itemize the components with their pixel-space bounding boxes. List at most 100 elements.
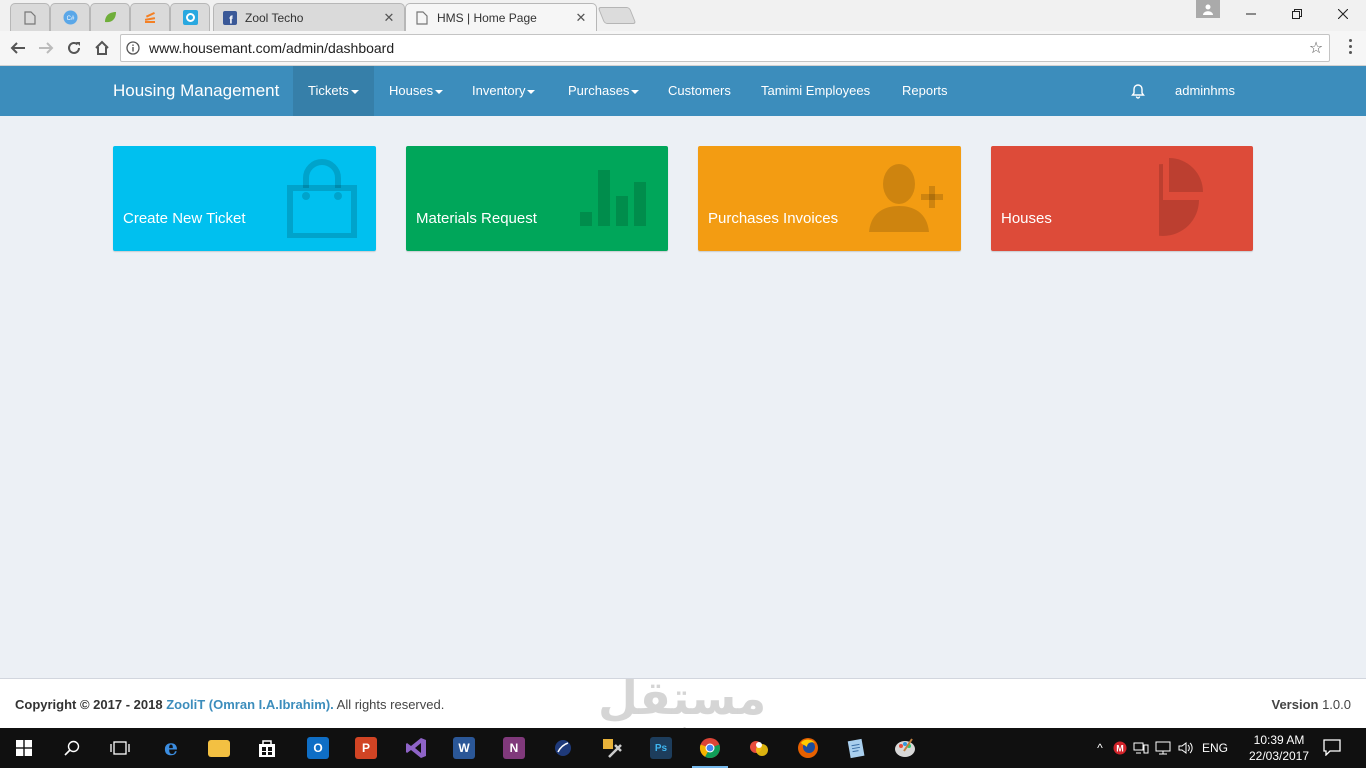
home-button[interactable] (90, 37, 114, 59)
taskbar-paint[interactable] (881, 728, 929, 768)
version-text: Version 1.0.0 (1271, 697, 1351, 712)
nav-tickets[interactable]: Tickets (293, 66, 374, 116)
nav-purchases[interactable]: Purchases (553, 66, 654, 116)
devices-icon[interactable] (1130, 741, 1152, 755)
facebook-icon: f (222, 10, 237, 25)
taskbar-store[interactable] (243, 728, 291, 768)
search-button[interactable] (48, 728, 96, 768)
brand-logo[interactable]: Housing Management (113, 66, 279, 116)
clock-date: 22/03/2017 (1248, 749, 1310, 763)
dot-icon (1348, 51, 1352, 54)
user-menu[interactable]: adminhms (1175, 66, 1235, 116)
language-indicator[interactable]: ENG (1198, 741, 1232, 755)
chevron-up-icon[interactable]: ^ (1090, 741, 1110, 755)
restore-button[interactable] (1274, 0, 1320, 28)
box-purchases-invoices[interactable]: Purchases Invoices (698, 146, 961, 251)
browser-tab-blank[interactable] (10, 3, 50, 31)
bar-chart-icon (580, 170, 646, 226)
nav-houses[interactable]: Houses (374, 66, 458, 116)
company-link[interactable]: ZooliT (Omran I.A.Ibrahim). (166, 697, 334, 712)
taskbar-onenote[interactable]: N (490, 728, 538, 768)
browser-tab-zool-techo[interactable]: f Zool Techo ✕ (213, 3, 405, 31)
url-input[interactable] (145, 40, 1303, 56)
forward-button[interactable] (34, 37, 58, 59)
volume-icon[interactable] (1174, 741, 1198, 755)
browser-menu-button[interactable] (1340, 39, 1360, 54)
taskbar-powerpoint[interactable]: P (342, 728, 390, 768)
restore-icon (1292, 9, 1302, 19)
new-tab-button[interactable] (597, 7, 637, 24)
system-tray: ^ M ENG (1090, 728, 1232, 768)
task-view-button[interactable] (96, 728, 144, 768)
taskbar-visual-studio[interactable] (392, 728, 440, 768)
svg-text:C#: C# (66, 16, 74, 22)
visual-studio-icon (406, 738, 426, 758)
taskbar-word[interactable]: W (440, 728, 488, 768)
blank-page-icon (23, 10, 38, 25)
box-label: Houses (1001, 210, 1052, 227)
app-circle-icon (555, 740, 571, 756)
nav-reports[interactable]: Reports (887, 66, 963, 116)
nav-tamimi-employees[interactable]: Tamimi Employees (746, 66, 885, 116)
box-materials-request[interactable]: Materials Request (406, 146, 668, 251)
browser-tab-stack[interactable] (130, 3, 170, 31)
reload-button[interactable] (62, 37, 86, 59)
browser-tab-globe[interactable]: C# (50, 3, 90, 31)
taskbar-photoshop[interactable]: Ps (637, 728, 685, 768)
taskbar-outlook[interactable]: O (294, 728, 342, 768)
taskbar-edge[interactable]: e (147, 728, 195, 768)
network-icon[interactable] (1152, 741, 1174, 755)
back-button[interactable] (6, 37, 30, 59)
photoshop-icon: Ps (650, 737, 672, 759)
taskbar-chrome[interactable] (686, 728, 734, 768)
taskbar-tools[interactable] (588, 728, 636, 768)
action-center-icon[interactable] (1322, 738, 1344, 758)
tab-title: HMS | Home Page (437, 10, 537, 25)
close-icon[interactable]: ✕ (574, 10, 588, 26)
address-bar[interactable]: ☆ (120, 34, 1330, 62)
start-button[interactable] (0, 728, 48, 768)
taskbar-app-misc[interactable] (735, 728, 783, 768)
nav-customers[interactable]: Customers (653, 66, 746, 116)
box-create-new-ticket[interactable]: Create New Ticket (113, 146, 376, 251)
arrow-right-icon (39, 42, 54, 54)
window-close-button[interactable] (1320, 0, 1366, 28)
firefox-icon (798, 738, 818, 758)
stack-icon (143, 10, 158, 25)
shopping-bag-icon (287, 159, 357, 238)
minimize-button[interactable] (1228, 0, 1274, 28)
system-clock[interactable]: 10:39 AM 22/03/2017 (1247, 732, 1311, 764)
taskbar-app-circle[interactable] (539, 728, 587, 768)
box-label: Create New Ticket (123, 210, 246, 227)
browser-tab-hms-home[interactable]: HMS | Home Page ✕ (405, 3, 597, 31)
profile-button[interactable] (1196, 0, 1220, 18)
edge-icon: e (164, 735, 178, 761)
box-houses[interactable]: Houses (991, 146, 1253, 251)
ring-icon (182, 10, 198, 25)
antivirus-icon[interactable]: M (1110, 741, 1130, 755)
browser-tab-strip: C# f Zool Techo ✕ HMS | Home Page ✕ (0, 0, 1366, 31)
window-controls (1228, 0, 1366, 28)
nav-label: Reports (902, 83, 948, 98)
notifications-bell-icon[interactable] (1130, 83, 1146, 99)
paint-palette-icon (895, 738, 915, 757)
main-navbar: Housing Management Tickets Houses Invent… (0, 66, 1366, 116)
clock-time: 10:39 AM (1253, 733, 1305, 747)
folder-icon (208, 739, 230, 757)
caret-down-icon (350, 89, 359, 94)
windows-taskbar: e O P W N Ps ^ M ENG 10:39 AM 22/03/2017 (0, 728, 1366, 768)
taskbar-notes[interactable] (832, 728, 880, 768)
bookmark-star-icon[interactable]: ☆ (1303, 38, 1329, 58)
browser-tab-leaf[interactable] (90, 3, 130, 31)
close-icon (1338, 9, 1348, 19)
person-icon (1203, 4, 1213, 15)
nav-label: Tickets (308, 83, 349, 98)
browser-tab-ring[interactable] (170, 3, 210, 31)
taskbar-firefox[interactable] (784, 728, 832, 768)
onenote-icon: N (503, 737, 525, 759)
close-icon[interactable]: ✕ (382, 10, 396, 26)
nav-inventory[interactable]: Inventory (457, 66, 550, 116)
taskbar-file-explorer[interactable] (195, 728, 243, 768)
info-icon[interactable] (121, 41, 145, 55)
version-value: 1.0.0 (1322, 697, 1351, 712)
